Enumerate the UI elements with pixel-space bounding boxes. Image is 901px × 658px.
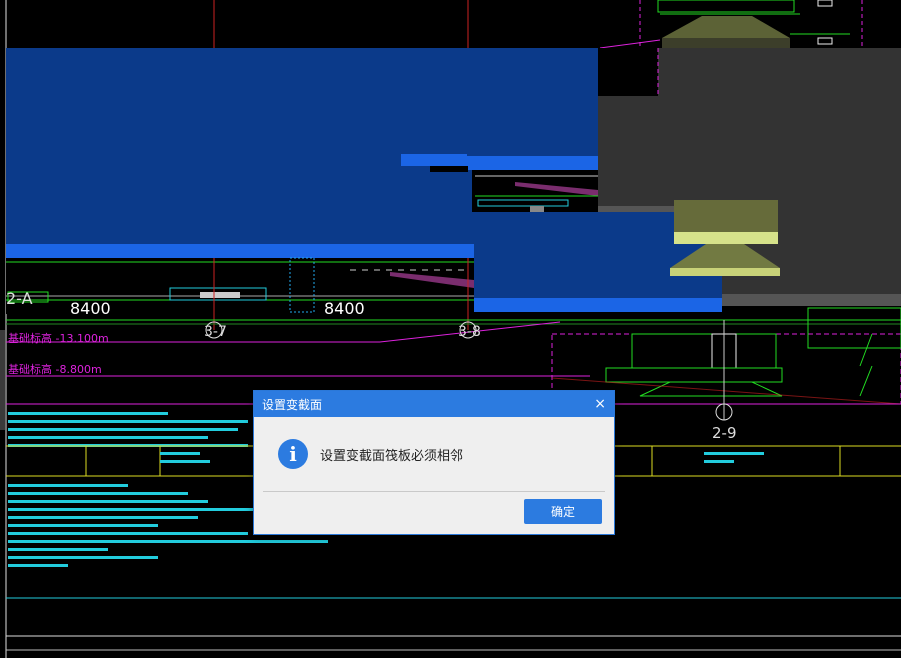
axis-label: 3-8 [458, 324, 481, 340]
dialog-titlebar: 设置变截面 × [254, 391, 614, 417]
axis-label: 2-A [6, 289, 33, 308]
cad-canvas[interactable]: 8400 8400 3-7 3-8 2-9 2-A 基础标高 -13.100m … [0, 0, 901, 658]
axis-label: 2-9 [712, 424, 737, 442]
dialog-message: 设置变截面筏板必须相邻 [320, 448, 464, 464]
span-label: 8400 [324, 299, 365, 318]
dialog-body: i 设置变截面筏板必须相邻 [254, 417, 614, 469]
axis-label: 3-7 [204, 324, 227, 340]
ok-button[interactable]: 确定 [524, 499, 602, 524]
dialog-divider [263, 491, 605, 492]
elevation-note: 基础标高 -13.100m [8, 331, 109, 345]
set-variable-section-dialog: 设置变截面 × i 设置变截面筏板必须相邻 确定 [253, 390, 615, 535]
elevation-note: 基础标高 -8.800m [8, 362, 102, 376]
info-icon: i [278, 439, 308, 469]
dialog-title: 设置变截面 [262, 397, 323, 412]
span-label: 8400 [70, 299, 111, 318]
close-icon[interactable]: × [594, 397, 606, 411]
